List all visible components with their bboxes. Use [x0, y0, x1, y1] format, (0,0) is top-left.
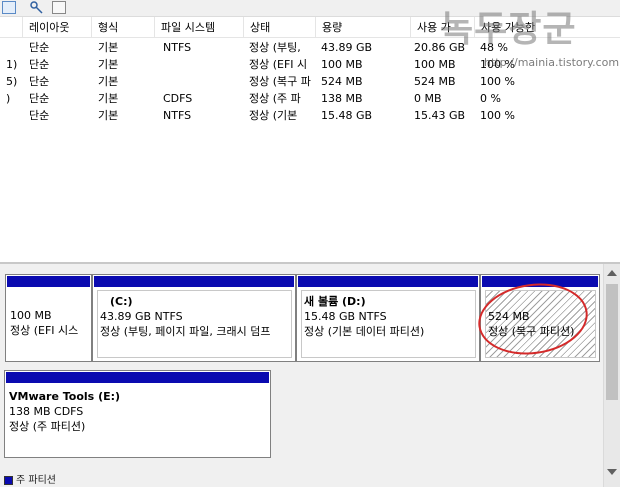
column-header-status[interactable]: 상태	[244, 17, 316, 38]
cell-status: 정상 (주 파	[249, 92, 301, 105]
watermark-url: http://mainia.tistory.com	[484, 56, 620, 69]
volume-body: 새 볼륨 (D:) 15.48 GB NTFS 정상 (기본 데이터 파티션)	[301, 290, 476, 358]
volume-bar	[7, 276, 90, 287]
cell-status: 정상 (기본	[249, 109, 298, 122]
cell-filesystem: NTFS	[163, 41, 192, 54]
cell-percent-free: 100 %	[480, 109, 515, 122]
cell-layout: 단순	[29, 92, 50, 105]
column-header-volume[interactable]	[0, 17, 23, 38]
cell-type: 기본	[98, 92, 119, 105]
cell-volume: 5)	[6, 75, 18, 88]
cell-capacity: 138 MB	[321, 92, 363, 105]
cell-type: 기본	[98, 75, 119, 88]
volume-size: 43.89 GB NTFS	[100, 310, 183, 323]
cell-capacity: 524 MB	[321, 75, 363, 88]
volume-size: 100 MB	[10, 309, 52, 322]
scroll-up-icon[interactable]	[607, 270, 617, 276]
watermark-title: 녹두장군	[440, 9, 577, 50]
cell-percent-free: 0 %	[480, 92, 501, 105]
cell-type: 기본	[98, 58, 119, 71]
table-row[interactable]: 5) 단순 기본 정상 (복구 파 524 MB 524 MB 100 %	[0, 73, 620, 90]
volume-name: VMware Tools (E:)	[9, 390, 121, 403]
table-row[interactable]: 단순 기본 NTFS 정상 (기본 15.48 GB 15.43 GB 100 …	[0, 107, 620, 124]
column-header-filesystem[interactable]: 파일 시스템	[155, 17, 244, 38]
cell-free-space: 524 MB	[414, 75, 456, 88]
volume-body: 100 MB 정상 (EFI 시스	[8, 290, 88, 358]
cell-layout: 단순	[29, 41, 50, 54]
volume-body: (C:) 43.89 GB NTFS 정상 (부팅, 페이지 파일, 크래시 덤…	[97, 290, 292, 358]
properties-icon[interactable]	[2, 1, 16, 14]
cell-layout: 단순	[29, 58, 50, 71]
cell-free-space: 0 MB	[414, 92, 442, 105]
volume-efi[interactable]: 100 MB 정상 (EFI 시스	[5, 274, 92, 362]
volume-bar	[94, 276, 294, 287]
volume-size: 138 MB CDFS	[9, 405, 84, 418]
legend-swatch-icon	[4, 475, 13, 485]
volume-c[interactable]: (C:) 43.89 GB NTFS 정상 (부팅, 페이지 파일, 크래시 덤…	[92, 274, 296, 362]
volume-status: 정상 (주 파티션)	[9, 420, 86, 433]
volume-name: (C:)	[110, 295, 133, 308]
volume-size: 15.48 GB NTFS	[304, 310, 387, 323]
volume-e[interactable]: VMware Tools (E:) 138 MB CDFS 정상 (주 파티션)	[4, 370, 271, 458]
cell-filesystem: NTFS	[163, 109, 192, 122]
cell-type: 기본	[98, 109, 119, 122]
volume-status: 정상 (기본 데이터 파티션)	[304, 325, 425, 338]
volume-list: 레이아웃 형식 파일 시스템 상태 용량 사용 가 사용 가능한 단순 기본 N…	[0, 17, 620, 260]
column-header-layout[interactable]: 레이아웃	[23, 17, 92, 38]
cell-free-space: 15.43 GB	[414, 109, 466, 122]
cell-status: 정상 (복구 파	[249, 75, 311, 88]
volume-status: 정상 (부팅, 페이지 파일, 크래시 덤프	[100, 325, 271, 338]
column-header-type[interactable]: 형식	[92, 17, 155, 38]
scroll-thumb[interactable]	[606, 284, 618, 400]
cell-status: 정상 (EFI 시	[249, 58, 308, 71]
cell-capacity: 43.89 GB	[321, 41, 373, 54]
cell-free-space: 100 MB	[414, 58, 456, 71]
cell-volume: 1)	[6, 58, 18, 71]
volume-body: VMware Tools (E:) 138 MB CDFS 정상 (주 파티션)	[7, 386, 267, 454]
cell-volume: )	[6, 92, 11, 105]
monitor-icon[interactable]	[52, 1, 66, 14]
volume-name: 새 볼륨 (D:)	[304, 295, 366, 308]
volume-status: 정상 (EFI 시스	[10, 324, 79, 337]
table-row[interactable]: ) 단순 기본 CDFS 정상 (주 파 138 MB 0 MB 0 %	[0, 90, 620, 107]
status-bar: 주 파티션	[0, 474, 620, 487]
vertical-scrollbar[interactable]	[603, 264, 620, 487]
cell-capacity: 100 MB	[321, 58, 363, 71]
column-header-capacity[interactable]: 용량	[316, 17, 411, 38]
cell-capacity: 15.48 GB	[321, 109, 373, 122]
volume-d[interactable]: 새 볼륨 (D:) 15.48 GB NTFS 정상 (기본 데이터 파티션)	[296, 274, 480, 362]
status-bar-text: 주 파티션	[16, 475, 56, 486]
volume-bar	[298, 276, 478, 287]
key-icon[interactable]	[30, 1, 44, 14]
volume-bar	[6, 372, 269, 383]
cell-percent-free: 100 %	[480, 75, 515, 88]
cell-layout: 단순	[29, 75, 50, 88]
cell-status: 정상 (부팅,	[249, 41, 301, 54]
cell-type: 기본	[98, 41, 119, 54]
cell-filesystem: CDFS	[163, 92, 193, 105]
cell-layout: 단순	[29, 109, 50, 122]
